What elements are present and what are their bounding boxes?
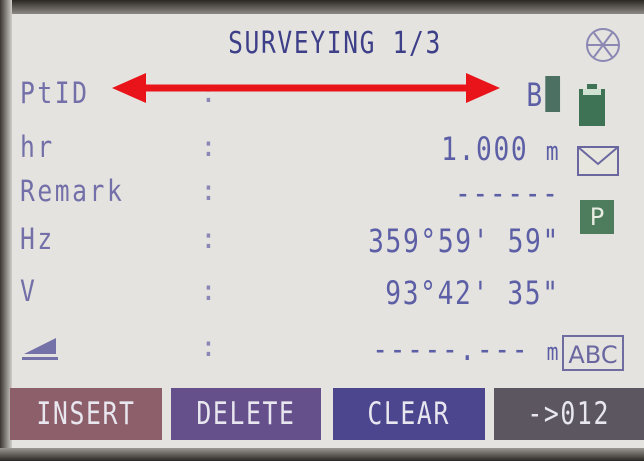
v-label: V xyxy=(20,274,38,308)
delete-button[interactable]: DELETE xyxy=(171,388,321,440)
ptid-input[interactable]: B xyxy=(526,76,560,114)
insert-label: INSERT xyxy=(36,396,136,432)
numeric-mode-label: ->012 xyxy=(527,396,611,432)
battery-icon xyxy=(579,84,605,126)
slope-distance-number: -----.--- xyxy=(372,330,530,368)
hr-input[interactable]: 1.000 m xyxy=(441,130,560,168)
separator: : xyxy=(200,76,217,109)
field-row-v: V : 93°42' 35" xyxy=(20,274,560,316)
clear-button[interactable]: CLEAR xyxy=(333,388,485,440)
separator: : xyxy=(200,222,217,255)
text-cursor xyxy=(545,76,560,112)
input-mode-indicator[interactable]: ABC xyxy=(562,335,624,371)
separator: : xyxy=(200,174,217,207)
softkey-bar: INSERT DELETE CLEAR ->012 xyxy=(0,388,644,446)
field-row-remark[interactable]: Remark : ------ xyxy=(20,174,560,216)
instrument-screen: SURVEYING 1/3 PtID : B hr : 1.000 m Rema… xyxy=(0,0,644,461)
slope-distance-icon xyxy=(22,338,58,360)
clear-label: CLEAR xyxy=(367,396,451,432)
envelope-icon xyxy=(577,146,619,176)
hr-value: 1.000 xyxy=(440,130,529,168)
v-value: 93°42' 35" xyxy=(385,274,560,312)
hr-unit: m xyxy=(545,137,560,167)
insert-button[interactable]: INSERT xyxy=(10,388,162,440)
remark-label: Remark xyxy=(20,174,125,208)
separator: : xyxy=(200,330,217,363)
hz-value: 359°59' 59" xyxy=(368,222,560,260)
field-row-hz: Hz : 359°59' 59" xyxy=(20,222,560,264)
bezel-top xyxy=(0,0,644,14)
bezel-bottom xyxy=(0,448,644,461)
slope-distance-value: -----.--- m xyxy=(372,330,560,368)
remark-input[interactable]: ------ xyxy=(455,174,560,212)
hz-label: Hz xyxy=(20,222,55,256)
separator: : xyxy=(200,130,217,163)
p-indicator: P xyxy=(580,200,614,234)
separator: : xyxy=(200,274,217,307)
page-title: SURVEYING 1/3 xyxy=(228,26,442,61)
field-row-hr[interactable]: hr : 1.000 m xyxy=(20,130,560,172)
hr-label: hr xyxy=(20,130,55,164)
ptid-label: PtID xyxy=(20,76,90,110)
slope-distance-unit: m xyxy=(546,338,560,366)
field-row-ptid[interactable]: PtID : B xyxy=(20,76,560,118)
battery-fill xyxy=(583,89,601,95)
field-row-slope-distance: : -----.--- m xyxy=(20,330,560,372)
numeric-mode-button[interactable]: ->012 xyxy=(494,388,644,440)
target-icon xyxy=(586,28,620,62)
ptid-value: B xyxy=(526,76,544,114)
delete-label: DELETE xyxy=(196,396,296,432)
